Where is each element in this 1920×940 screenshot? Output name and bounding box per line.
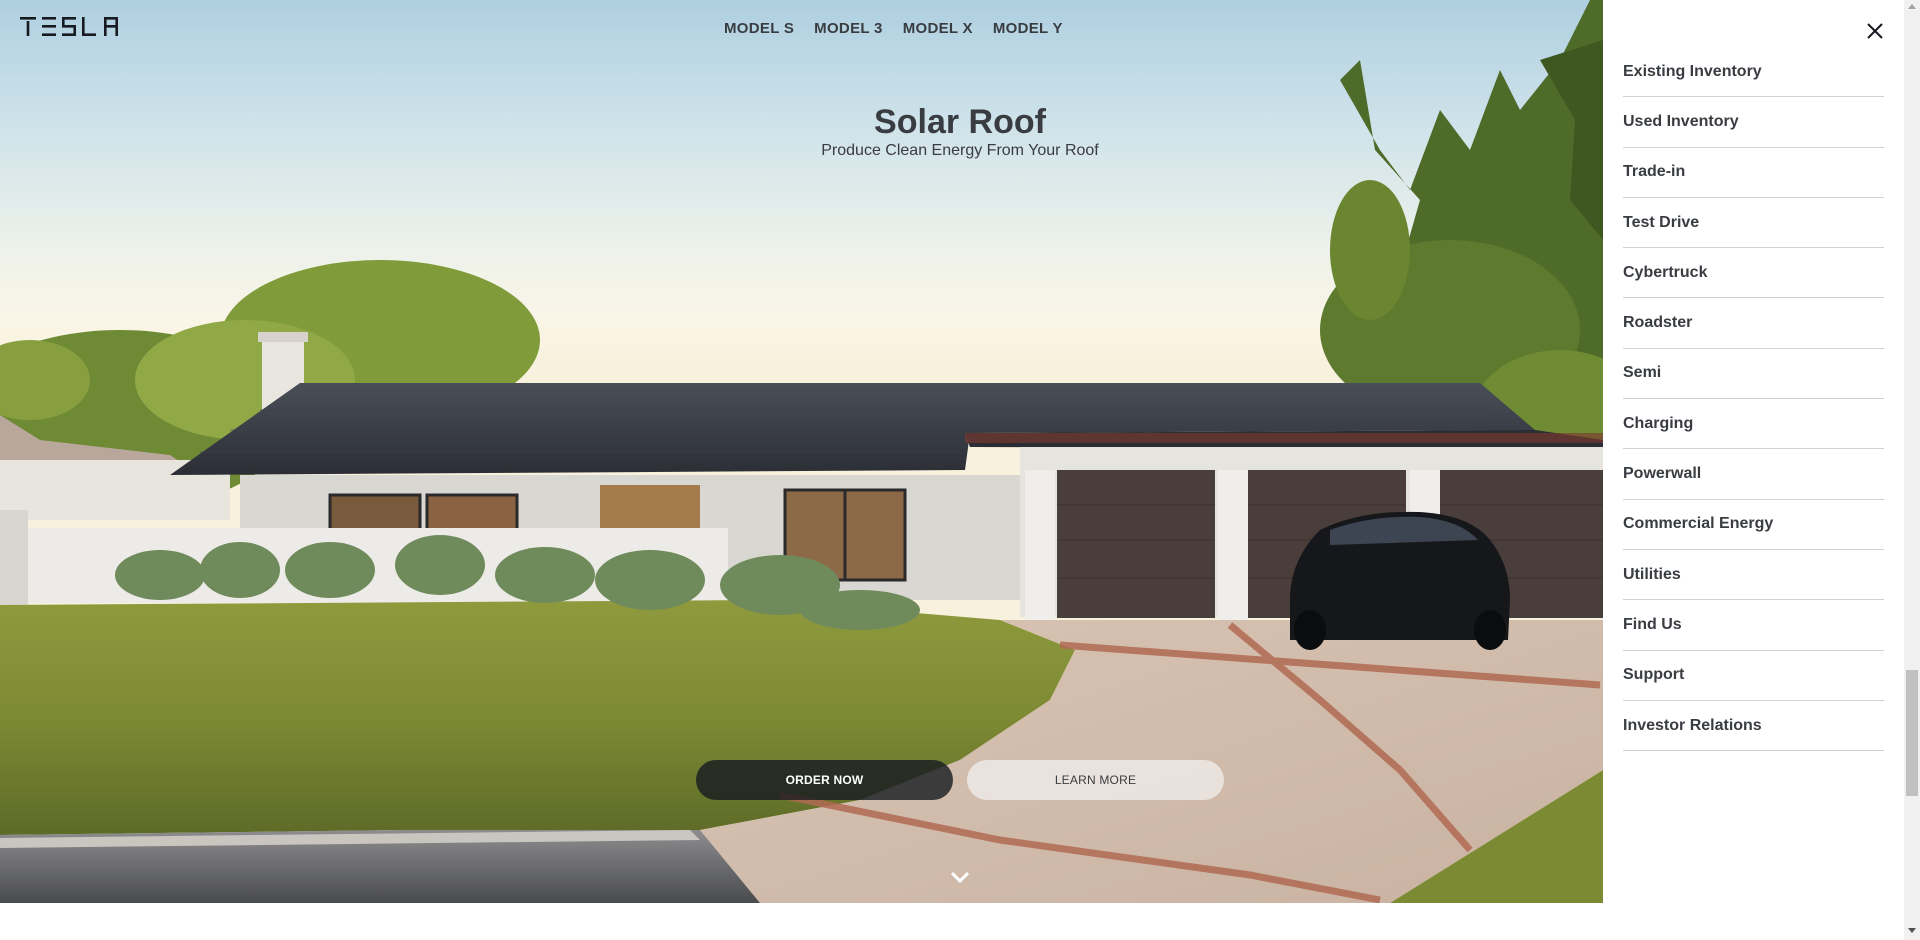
menu-item-label: Find Us bbox=[1623, 615, 1682, 633]
close-icon[interactable] bbox=[1863, 19, 1887, 43]
menu-item-label: Cybertruck bbox=[1623, 263, 1708, 281]
nav-model-y[interactable]: MODEL Y bbox=[993, 19, 1063, 39]
nav-model-3[interactable]: MODEL 3 bbox=[814, 19, 883, 39]
nav-model-x[interactable]: MODEL X bbox=[903, 19, 973, 39]
learn-more-button[interactable]: LEARN MORE bbox=[967, 760, 1224, 800]
menu-item-used-inventory[interactable]: Used Inventory bbox=[1623, 97, 1884, 148]
scroll-up-arrow-icon[interactable] bbox=[1908, 4, 1916, 9]
menu-item-charging[interactable]: Charging bbox=[1623, 399, 1884, 450]
chevron-down-icon[interactable] bbox=[950, 871, 970, 885]
side-menu: Existing Inventory Used Inventory Trade-… bbox=[1603, 0, 1904, 940]
menu-item-label: Investor Relations bbox=[1623, 716, 1762, 734]
menu-item-investor-relations[interactable]: Investor Relations bbox=[1623, 701, 1884, 752]
order-now-button[interactable]: ORDER NOW bbox=[696, 760, 953, 800]
menu-item-existing-inventory[interactable]: Existing Inventory bbox=[1623, 47, 1884, 98]
top-nav: MODEL S MODEL 3 MODEL X MODEL Y bbox=[724, 19, 1063, 39]
menu-item-label: Trade-in bbox=[1623, 163, 1686, 181]
menu-item-label: Roadster bbox=[1623, 314, 1693, 332]
page-scrollbar[interactable] bbox=[1904, 0, 1920, 940]
menu-item-roadster[interactable]: Roadster bbox=[1623, 298, 1884, 349]
menu-item-find-us[interactable]: Find Us bbox=[1623, 600, 1884, 651]
menu-item-label: Powerwall bbox=[1623, 465, 1702, 483]
menu-item-trade-in[interactable]: Trade-in bbox=[1623, 148, 1884, 198]
menu-item-label: Semi bbox=[1623, 364, 1662, 382]
menu-item-support[interactable]: Support bbox=[1623, 651, 1884, 701]
side-menu-list: Existing Inventory Used Inventory Trade-… bbox=[1623, 47, 1884, 752]
menu-item-commercial-energy[interactable]: Commercial Energy bbox=[1623, 500, 1884, 550]
menu-item-label: Used Inventory bbox=[1623, 112, 1739, 130]
menu-item-label: Charging bbox=[1623, 414, 1694, 432]
tesla-logo[interactable] bbox=[20, 17, 122, 37]
menu-item-semi[interactable]: Semi bbox=[1623, 349, 1884, 400]
menu-item-label: Test Drive bbox=[1623, 213, 1700, 231]
menu-item-utilities[interactable]: Utilities bbox=[1623, 550, 1884, 601]
menu-item-label: Support bbox=[1623, 666, 1685, 684]
menu-item-cybertruck[interactable]: Cybertruck bbox=[1623, 248, 1884, 299]
menu-item-powerwall[interactable]: Powerwall bbox=[1623, 449, 1884, 500]
scrollbar-thumb[interactable] bbox=[1906, 670, 1918, 796]
nav-model-s[interactable]: MODEL S bbox=[724, 19, 794, 39]
menu-item-test-drive[interactable]: Test Drive bbox=[1623, 198, 1884, 249]
scroll-down-arrow-icon[interactable] bbox=[1908, 928, 1916, 933]
menu-item-label: Commercial Energy bbox=[1623, 515, 1774, 533]
menu-item-label: Existing Inventory bbox=[1623, 62, 1762, 80]
menu-item-label: Utilities bbox=[1623, 565, 1681, 583]
